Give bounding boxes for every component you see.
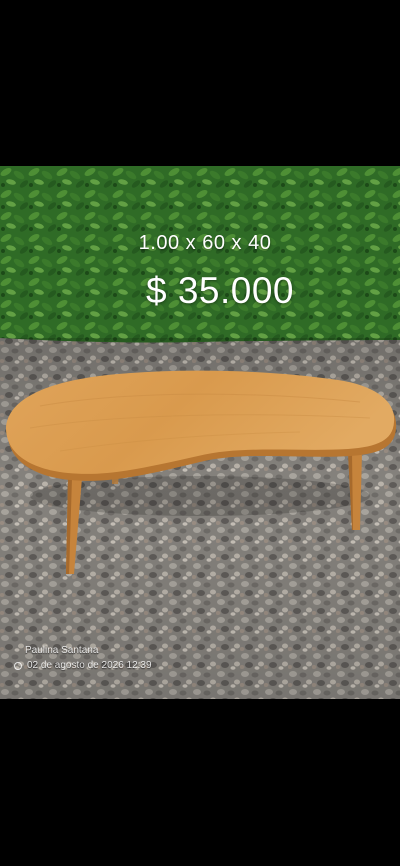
hedge-background: [0, 166, 400, 346]
photo-watermark: Paulina Santana 02 de agosto de 2026 12:…: [14, 643, 152, 673]
watermark-author: Paulina Santana: [25, 645, 99, 656]
location-dot-icon: [14, 661, 22, 670]
price-label: $ 35.000: [145, 270, 295, 311]
product-photo: 1.00 x 60 x 40 $ 35.000 Paulina Santana …: [0, 166, 400, 699]
watermark-date: 02 de agosto de 2026 12:39: [27, 660, 152, 671]
dimensions-label: 1.00 x 60 x 40: [138, 232, 272, 254]
